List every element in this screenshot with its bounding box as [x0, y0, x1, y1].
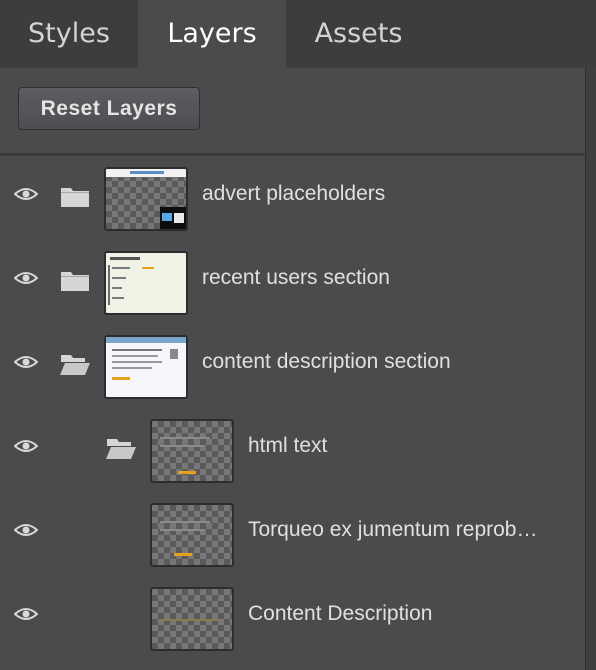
layer-thumbnail — [150, 587, 234, 651]
folder-closed-icon[interactable] — [60, 184, 90, 208]
layer-row[interactable]: recent users section — [0, 240, 585, 324]
folder-closed-icon[interactable] — [60, 268, 90, 292]
layer-name[interactable]: Content Description — [248, 602, 578, 626]
eye-icon[interactable] — [14, 438, 38, 454]
layer-row[interactable]: Content Description — [0, 576, 585, 660]
layer-row[interactable]: html text — [0, 408, 585, 492]
layer-name[interactable]: Torqueo ex jumentum reprob… — [248, 518, 576, 542]
layer-name[interactable]: advert placeholders — [202, 182, 572, 206]
layer-thumbnail — [150, 419, 234, 483]
scrollbar-track[interactable] — [585, 68, 596, 670]
reset-layers-button[interactable]: Reset Layers — [18, 87, 200, 130]
eye-icon[interactable] — [14, 522, 38, 538]
folder-open-icon[interactable] — [60, 352, 90, 376]
layer-row[interactable]: content description section — [0, 324, 585, 408]
layer-name[interactable]: content description section — [202, 350, 572, 374]
eye-icon[interactable] — [14, 354, 38, 370]
eye-icon[interactable] — [14, 186, 38, 202]
layer-row[interactable]: Torqueo ex jumentum reprob… — [0, 492, 585, 576]
eye-icon[interactable] — [14, 270, 38, 286]
eye-icon[interactable] — [14, 606, 38, 622]
layer-thumbnail — [150, 503, 234, 567]
layer-thumbnail — [104, 167, 188, 231]
tab-styles[interactable]: Styles — [0, 0, 138, 68]
tab-layers[interactable]: Layers — [138, 0, 286, 68]
folder-open-icon[interactable] — [106, 436, 136, 460]
layer-name[interactable]: recent users section — [202, 266, 572, 290]
panel-tab-bar: Styles Layers Assets — [0, 0, 596, 68]
tab-assets[interactable]: Assets — [286, 0, 431, 68]
layer-row[interactable]: advert placeholders — [0, 156, 585, 240]
layer-name[interactable]: html text — [248, 434, 578, 458]
layer-thumbnail — [104, 251, 188, 315]
layer-thumbnail — [104, 335, 188, 399]
